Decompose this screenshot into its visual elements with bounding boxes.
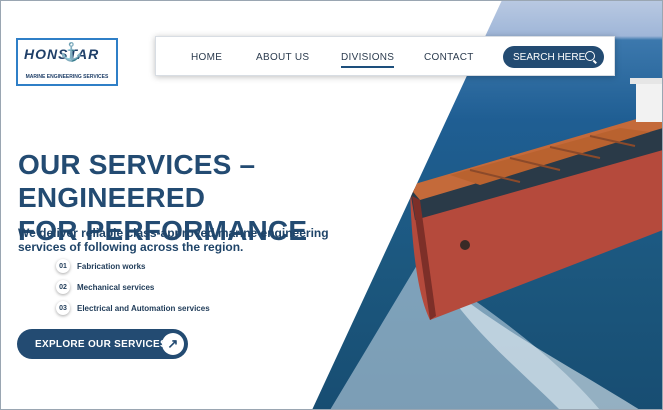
service-item: 03 Electrical and Automation services	[56, 301, 210, 315]
service-number: 03	[56, 301, 70, 315]
service-label: Fabrication works	[77, 261, 146, 271]
nav-divisions[interactable]: DIVISIONS	[341, 52, 395, 68]
nav-home[interactable]: HOME	[191, 52, 222, 63]
search-icon	[585, 51, 595, 61]
service-label: Mechanical services	[77, 282, 155, 292]
hero-description: We deliver reliable class-approved marin…	[18, 226, 329, 254]
hero-title-line-1: OUR SERVICES – ENGINEERED	[18, 149, 256, 213]
service-number: 02	[56, 280, 70, 294]
arrow-up-right-icon: ↗	[162, 333, 184, 355]
service-number: 01	[56, 259, 70, 273]
service-item: 01 Fabrication works	[56, 259, 145, 273]
explore-services-button[interactable]: EXPLORE OUR SERVICES ↗	[17, 329, 188, 359]
main-nav: HOME ABOUT US DIVISIONS CONTACT SEARCH H…	[155, 36, 615, 76]
anchor-icon: ⚓	[60, 42, 83, 62]
search-button[interactable]: SEARCH HERE	[503, 46, 604, 68]
nav-contact[interactable]: CONTACT	[424, 52, 474, 63]
company-logo[interactable]: HONSTAR ⚓ MARINE ENGINEERING SERVICES	[16, 38, 118, 86]
service-item: 02 Mechanical services	[56, 280, 154, 294]
explore-services-label: EXPLORE OUR SERVICES	[35, 338, 167, 350]
search-button-label: SEARCH HERE	[513, 51, 586, 63]
logo-tagline: MARINE ENGINEERING SERVICES	[25, 74, 109, 80]
nav-about-us[interactable]: ABOUT US	[256, 52, 309, 63]
service-label: Electrical and Automation services	[77, 303, 210, 313]
